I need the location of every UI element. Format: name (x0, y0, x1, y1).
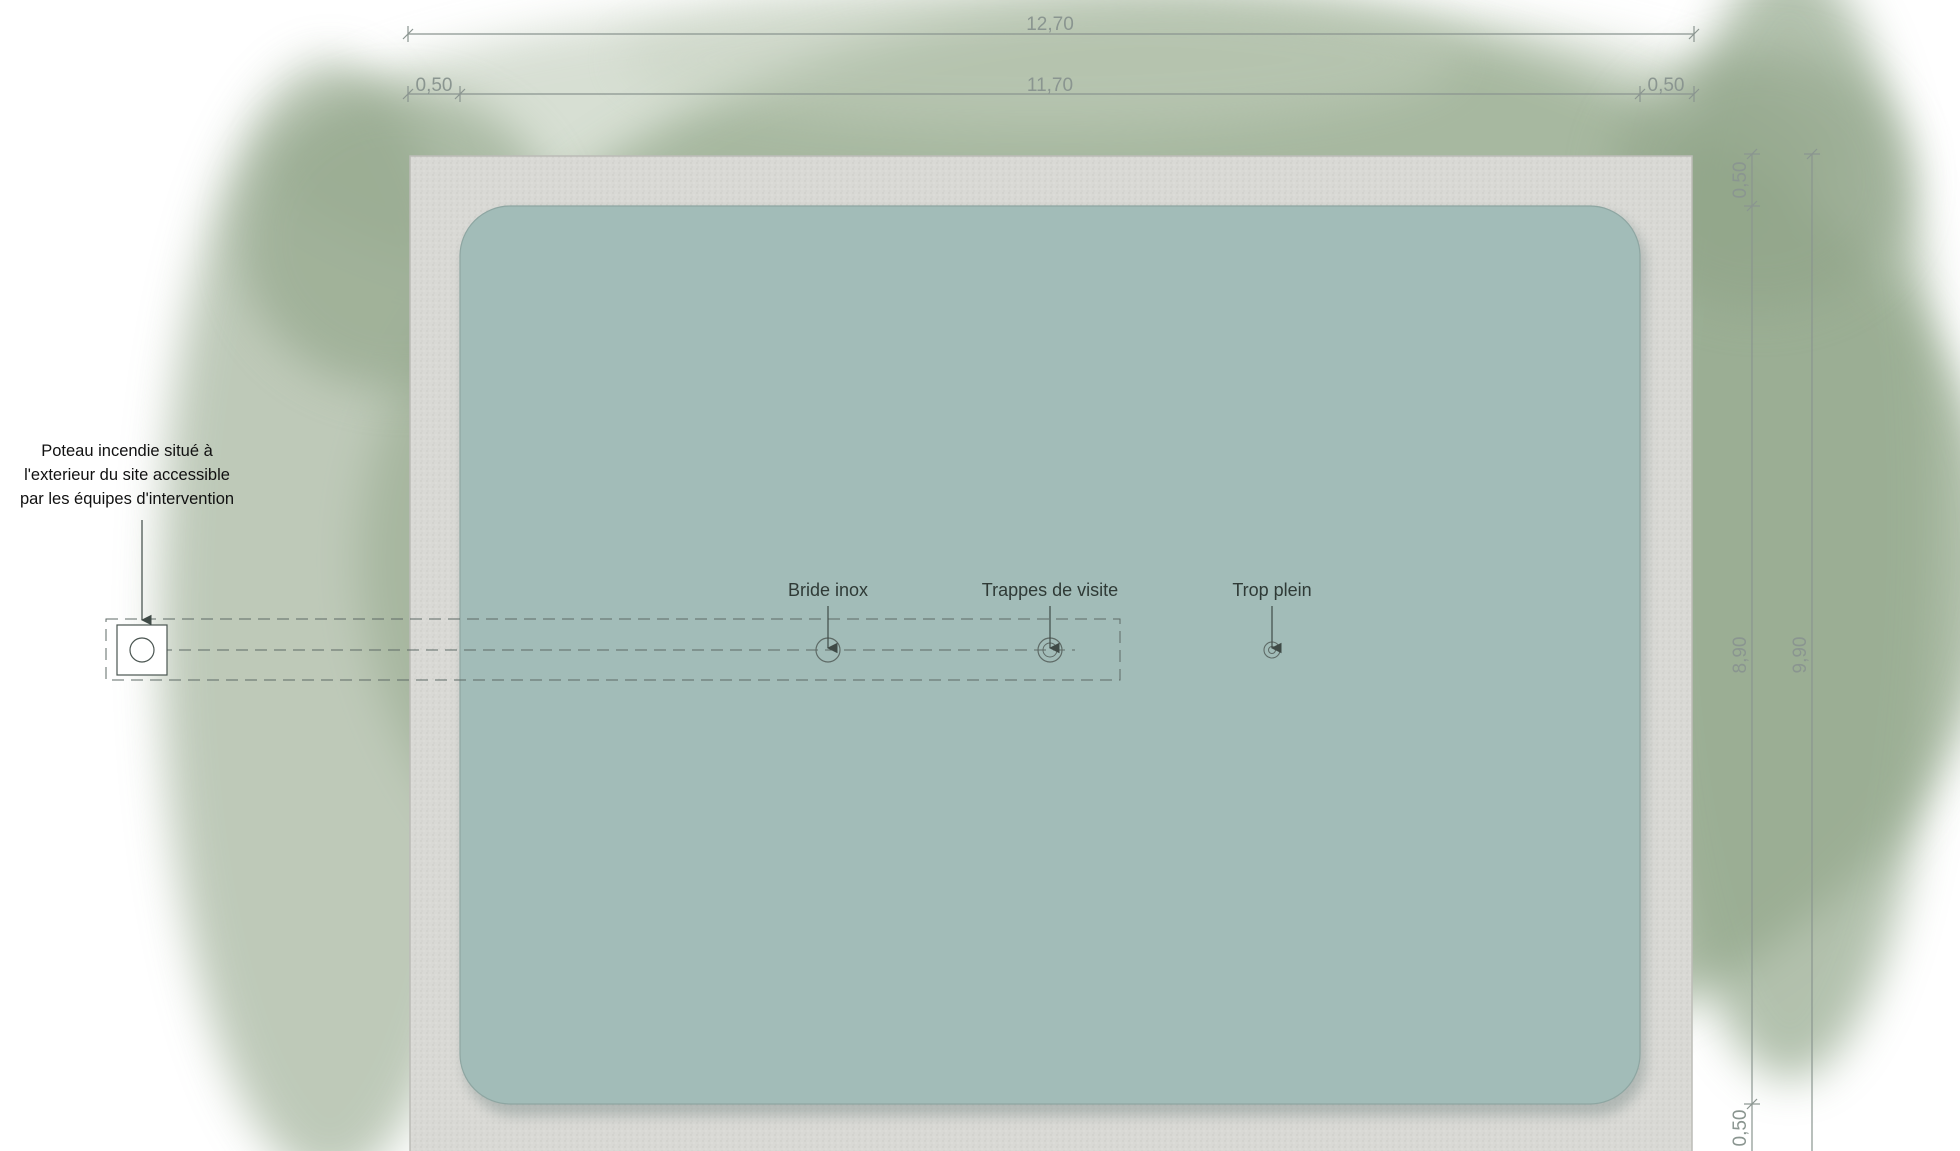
reservoir-plan-drawing: 12,70 0,50 11,70 0,50 0,50 8,90 0,50 9,9… (20, 0, 1960, 1151)
dim-overall-height: 9,90 (1790, 637, 1811, 674)
water-basin (460, 206, 1640, 1104)
hydrant-note-line-2: l'exterieur du site accessible (24, 466, 230, 484)
label-trappes-de-visite: Trappes de visite (982, 580, 1118, 600)
label-trop-plein: Trop plein (1232, 580, 1311, 600)
fire-hydrant-symbol (116, 520, 168, 676)
dim-overall-width: 12,70 (1026, 14, 1074, 35)
dim-inner-height: 8,90 (1730, 637, 1751, 674)
dim-margin-right: 0,50 (1648, 75, 1685, 96)
dim-margin-left: 0,50 (416, 75, 453, 96)
plan-view: 12,70 0,50 11,70 0,50 0,50 8,90 0,50 9,9… (0, 0, 1960, 1151)
hydrant-note-line-1: Poteau incendie situé à (41, 442, 213, 460)
dim-margin-bottom: 0,50 (1730, 1110, 1751, 1147)
hydrant-note-line-3: par les équipes d'intervention (20, 490, 234, 508)
label-bride-inox: Bride inox (788, 580, 868, 600)
dim-margin-top: 0,50 (1730, 162, 1751, 199)
dim-inner-width: 11,70 (1027, 75, 1073, 96)
